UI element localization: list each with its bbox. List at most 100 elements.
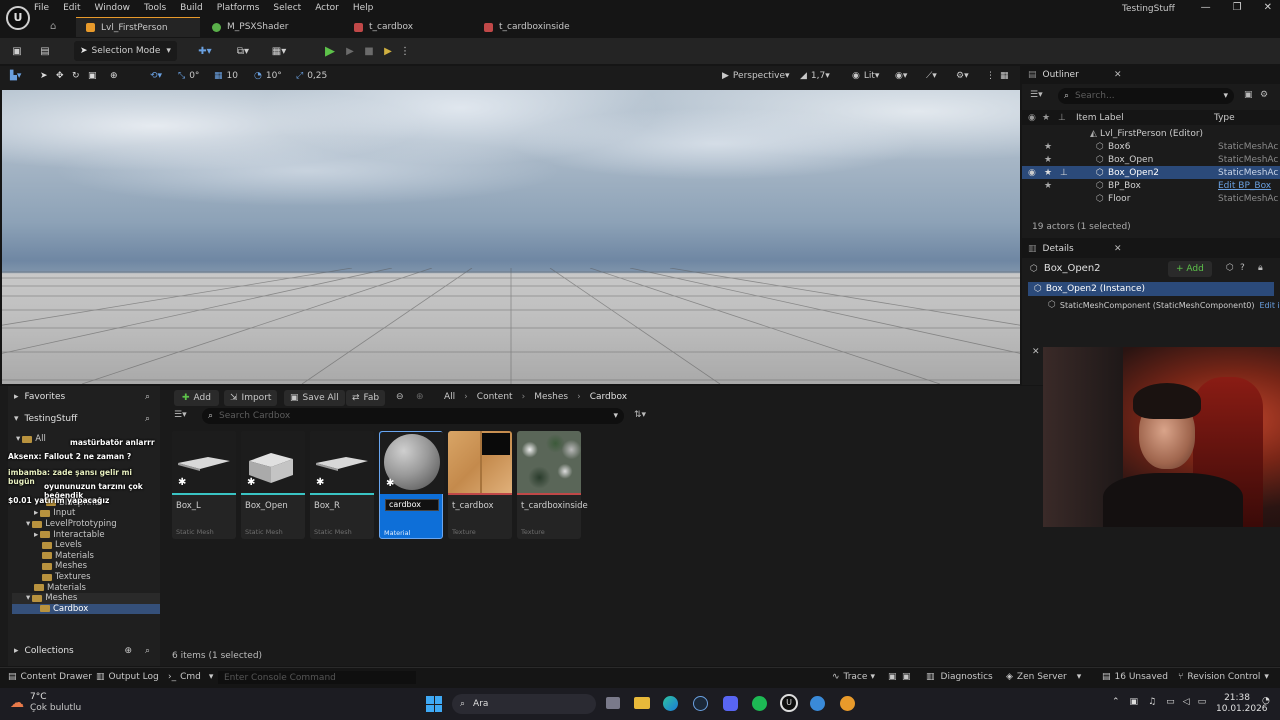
menu-build[interactable]: Build bbox=[180, 3, 203, 13]
visibility-icon[interactable]: ◉ bbox=[1028, 168, 1036, 178]
filter-icon[interactable]: ☰▾ bbox=[174, 410, 187, 420]
search-icon[interactable]: ⌕ bbox=[145, 414, 150, 424]
tab-lvl-firstperson[interactable]: Lvl_FirstPerson bbox=[76, 17, 200, 37]
console-command-input[interactable]: Enter Console Command bbox=[218, 671, 416, 684]
viewport-menu-icon[interactable]: ▙▾ bbox=[10, 71, 21, 81]
forward-icon[interactable]: ⊕ bbox=[416, 392, 424, 402]
component-row[interactable]: ⬡ StaticMeshComponent (StaticMeshCompone… bbox=[1048, 298, 1280, 312]
world-space-icon[interactable]: ⊕ bbox=[110, 71, 118, 81]
star-icon[interactable]: ★ bbox=[1044, 181, 1052, 191]
tree-item-levels[interactable]: Levels bbox=[12, 540, 160, 551]
spotify-icon[interactable] bbox=[752, 696, 767, 711]
menu-platforms[interactable]: Platforms bbox=[217, 3, 260, 13]
surface-snap-icon[interactable]: ⟲▾ bbox=[150, 71, 162, 81]
move-tool-icon[interactable]: ✥ bbox=[56, 71, 64, 81]
blender-icon[interactable] bbox=[840, 696, 855, 711]
show-icon[interactable]: ◉▾ bbox=[895, 71, 907, 81]
breadcrumb-all[interactable]: All bbox=[444, 392, 455, 402]
search-icon[interactable]: ⌕ bbox=[145, 392, 150, 402]
star-icon[interactable]: ★ bbox=[1044, 168, 1052, 178]
instance-row[interactable]: ⬡ Box_Open2 (Instance) bbox=[1028, 282, 1274, 296]
screenshot-icon[interactable]: ▣ bbox=[902, 672, 911, 682]
tree-row-box6[interactable]: ★ ⬡ Box6 StaticMeshAc bbox=[1022, 140, 1280, 153]
tree-item-meshes-root[interactable]: ▾ Meshes bbox=[12, 592, 160, 604]
tree-row-floor[interactable]: ⬡ Floor StaticMeshAc bbox=[1022, 192, 1280, 205]
blueprint-icon[interactable]: ⬡ bbox=[1226, 263, 1234, 273]
menu-actor[interactable]: Actor bbox=[315, 3, 339, 13]
menu-window[interactable]: Window bbox=[95, 3, 131, 13]
outliner-search-input[interactable]: ⌕ Search... ▾ bbox=[1058, 88, 1234, 104]
tree-item-cardbox[interactable]: Cardbox bbox=[12, 603, 160, 615]
settings-gear-icon[interactable]: ⚙▾ bbox=[956, 71, 969, 81]
play-icon[interactable]: ▶ bbox=[322, 41, 338, 61]
angle-snap[interactable]: ◔ 10° bbox=[254, 71, 282, 81]
tab-t-cardbox[interactable]: t_cardbox bbox=[344, 17, 472, 37]
microphone-icon[interactable]: ♫ bbox=[1148, 697, 1156, 707]
breadcrumb-meshes[interactable]: Meshes bbox=[534, 392, 568, 402]
asset-t-cardbox[interactable]: t_cardbox Texture bbox=[448, 431, 512, 539]
battery-icon[interactable]: ▭ bbox=[1198, 697, 1207, 707]
tab-t-cardboxinside[interactable]: t_cardboxinside bbox=[474, 17, 614, 37]
menu-select[interactable]: Select bbox=[273, 3, 301, 13]
asset-cardbox-material[interactable]: ✱ cardbox Material bbox=[379, 431, 444, 539]
star-icon[interactable]: ★ bbox=[1044, 142, 1052, 152]
pin-icon[interactable]: ⊥ bbox=[1060, 168, 1068, 178]
close-window-icon[interactable]: ✕ bbox=[1264, 2, 1272, 13]
collections-section[interactable]: ▸ Collections ⊕ ⌕ bbox=[14, 646, 154, 656]
save-all-button[interactable]: ▣ Save All bbox=[284, 390, 345, 406]
menu-edit[interactable]: Edit bbox=[63, 3, 80, 13]
add-collection-icon[interactable]: ⊕ bbox=[124, 646, 132, 656]
lock-icon[interactable]: 🔒︎ bbox=[1258, 263, 1263, 273]
diagnostics-button[interactable]: ▥ Diagnostics bbox=[926, 672, 993, 682]
restore-icon[interactable]: ❐ bbox=[1233, 2, 1242, 13]
app-icon[interactable] bbox=[810, 696, 825, 711]
menu-help[interactable]: Help bbox=[353, 3, 374, 13]
tree-item-interactable[interactable]: ▸ Interactable bbox=[12, 529, 160, 540]
search-icon[interactable]: ⌕ bbox=[145, 646, 150, 656]
save-icon[interactable]: ▣ bbox=[8, 41, 26, 61]
layout-icon[interactable]: ▦ bbox=[1000, 71, 1009, 81]
network-icon[interactable]: ▭ bbox=[1166, 697, 1175, 707]
select-tool-icon[interactable]: ➤ bbox=[40, 71, 48, 81]
taskbar-search[interactable]: ⌕ Ara bbox=[452, 694, 596, 714]
close-icon[interactable]: ✕ bbox=[1114, 244, 1122, 254]
column-type[interactable]: Type bbox=[1214, 113, 1235, 123]
lit-dropdown[interactable]: ◉ Lit ▾ bbox=[852, 71, 879, 81]
favorites-section[interactable]: ▸ Favorites ⌕ bbox=[14, 392, 154, 402]
unreal-taskbar-icon[interactable]: U bbox=[780, 694, 798, 712]
steam-icon[interactable] bbox=[693, 696, 708, 711]
output-log-button[interactable]: ▥ Output Log bbox=[96, 672, 159, 682]
add-folder-icon[interactable]: ▣ bbox=[1244, 90, 1253, 100]
level-viewport[interactable] bbox=[2, 90, 1020, 384]
tree-item-meshes[interactable]: Meshes bbox=[12, 561, 160, 572]
asset-box-l[interactable]: ✱ Box_L Static Mesh bbox=[172, 431, 236, 539]
breadcrumb-content[interactable]: Content bbox=[477, 392, 513, 402]
unsaved-button[interactable]: ▤ 16 Unsaved bbox=[1102, 672, 1168, 682]
asset-box-r[interactable]: ✱ Box_R Static Mesh bbox=[310, 431, 374, 539]
asset-search-input[interactable]: ⌕ Search Cardbox ▾ bbox=[202, 408, 624, 424]
zen-server-dropdown[interactable]: ◈ Zen Server ▾ bbox=[1006, 672, 1081, 682]
content-icon[interactable]: ▤ bbox=[36, 41, 54, 61]
asset-box-open[interactable]: ✱ Box_Open Static Mesh bbox=[241, 431, 305, 539]
back-icon[interactable]: ⊖ bbox=[396, 392, 404, 402]
task-view-icon[interactable] bbox=[606, 697, 620, 709]
breadcrumb-cardbox[interactable]: Cardbox bbox=[590, 392, 627, 402]
visibility-icon[interactable]: ◉ bbox=[1028, 113, 1036, 123]
tree-item-textures[interactable]: Textures bbox=[12, 572, 160, 583]
add-button[interactable]: ✚ Add bbox=[174, 390, 219, 406]
chevron-up-icon[interactable]: ⌃ bbox=[1112, 697, 1120, 707]
weather-widget[interactable]: ☁ 7°C Çok bulutlu bbox=[10, 692, 81, 714]
add-component-button[interactable]: + Add bbox=[1168, 261, 1212, 277]
tree-item-levelprototyping[interactable]: ▾ LevelPrototyping bbox=[12, 519, 160, 530]
settings-gear-icon[interactable]: ⚙ bbox=[1260, 90, 1268, 100]
close-icon[interactable]: ✕ bbox=[1114, 70, 1122, 80]
discord-icon[interactable] bbox=[723, 696, 738, 711]
add-actor-icon[interactable]: ✚▾ bbox=[194, 41, 216, 61]
tree-item-materials-root[interactable]: Materials bbox=[12, 582, 160, 593]
sort-icon[interactable]: ⇅▾ bbox=[634, 410, 646, 420]
content-drawer-button[interactable]: ▤ Content Drawer bbox=[8, 672, 92, 682]
tree-row-box-open[interactable]: ★ ⬡ Box_Open StaticMeshAc bbox=[1022, 153, 1280, 166]
edge-browser-icon[interactable] bbox=[663, 696, 678, 711]
rename-input[interactable]: cardbox bbox=[385, 499, 439, 511]
step-icon[interactable]: ▶ bbox=[342, 41, 358, 61]
